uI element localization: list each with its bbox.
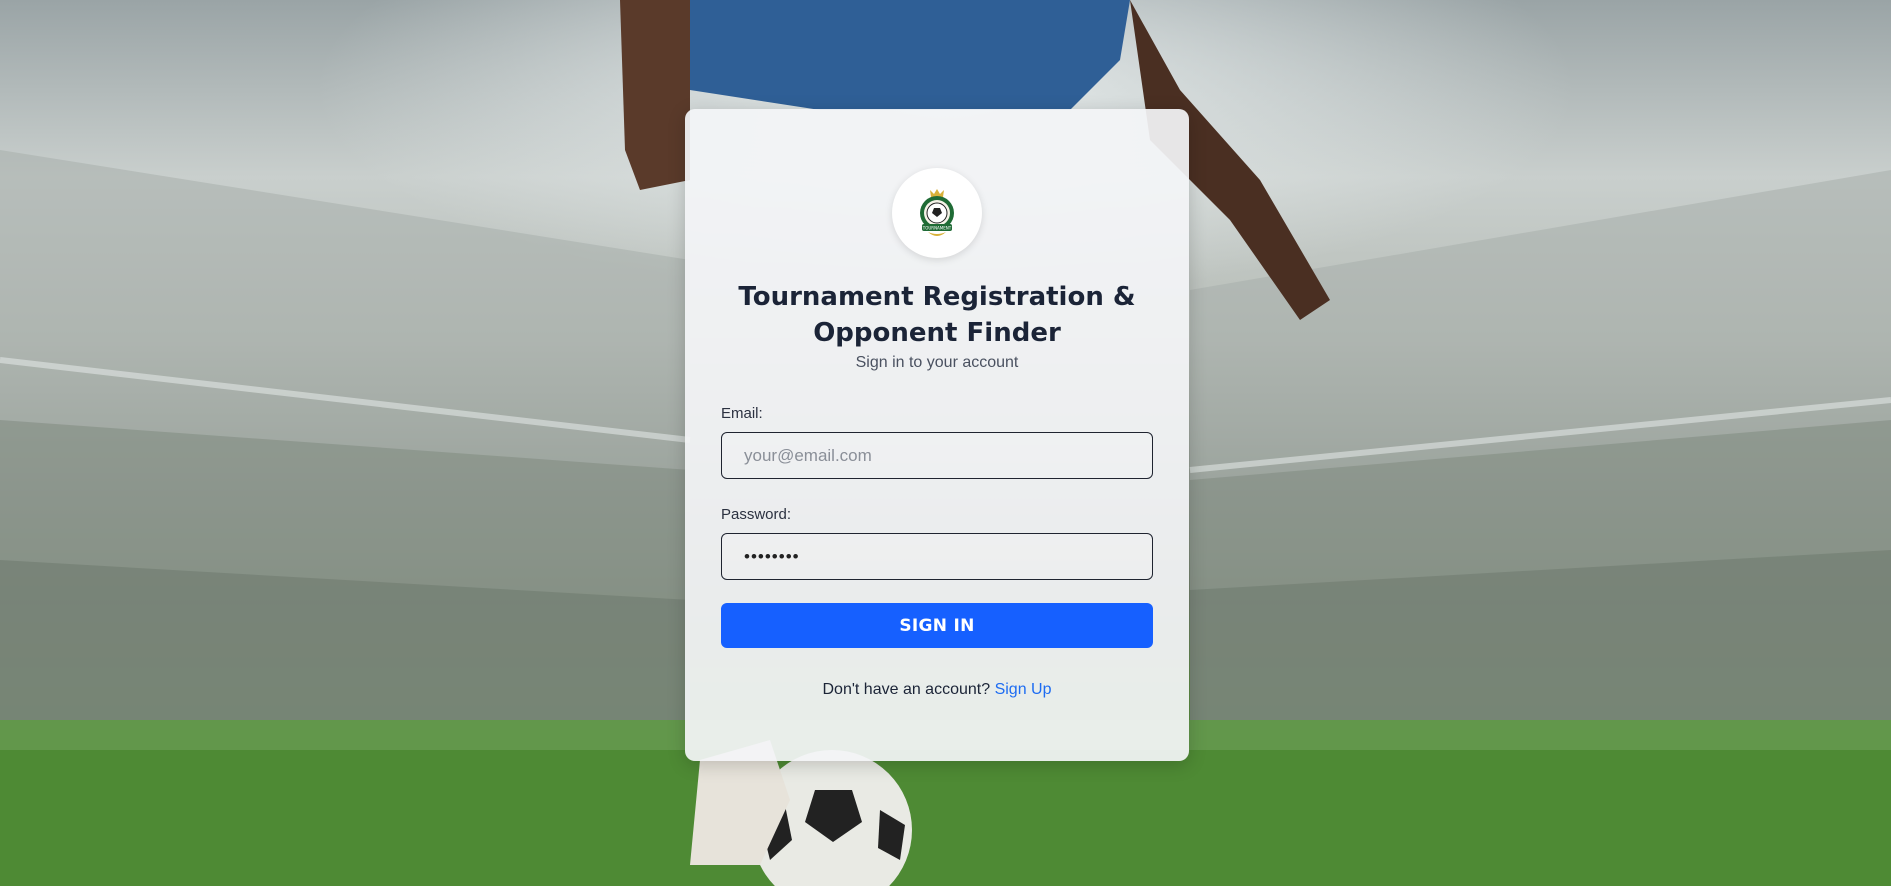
page-subtitle: Sign in to your account: [855, 354, 1019, 371]
signin-card: TOURNAMENT Tournament Registration & Opp…: [685, 109, 1189, 761]
password-field[interactable]: [721, 533, 1153, 580]
signup-prompt-text: Don't have an account?: [822, 681, 991, 698]
page-title: Tournament Registration & Opponent Finde…: [738, 282, 1136, 348]
sign-up-link[interactable]: Sign Up: [995, 681, 1052, 698]
app-logo: TOURNAMENT: [892, 168, 982, 258]
logo-text: TOURNAMENT: [922, 226, 952, 231]
signup-prompt: Don't have an account? Sign Up: [721, 681, 1153, 699]
password-label: Password:: [721, 506, 792, 523]
soccer-ball-crest-icon: TOURNAMENT: [920, 189, 954, 236]
email-field[interactable]: [721, 432, 1153, 479]
email-label: Email:: [721, 405, 763, 422]
sign-in-button[interactable]: SIGN IN: [721, 603, 1153, 648]
